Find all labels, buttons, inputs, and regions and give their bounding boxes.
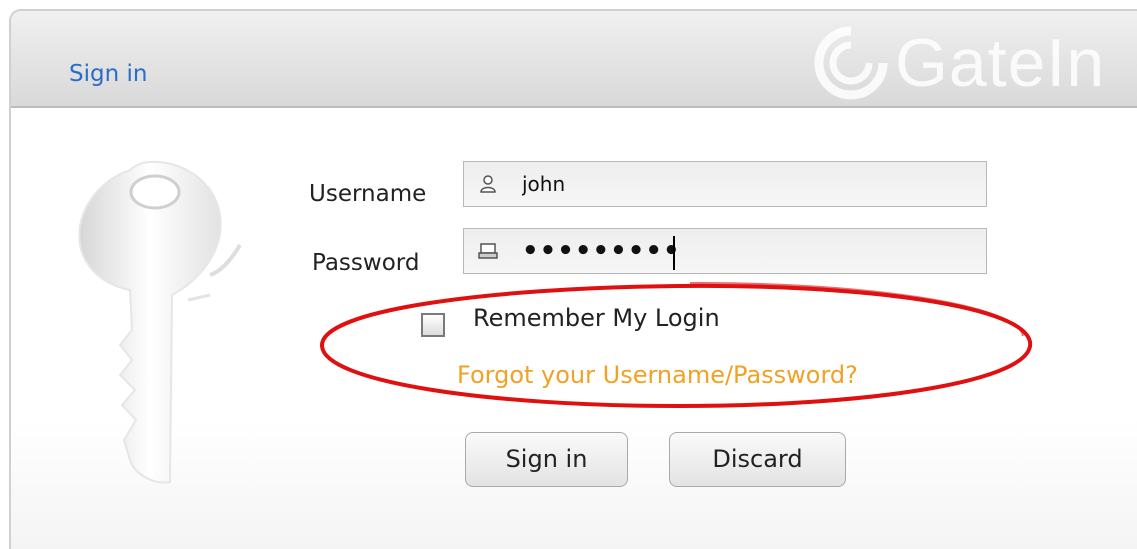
text-caret bbox=[673, 236, 675, 270]
username-label: Username bbox=[309, 181, 427, 207]
gatein-logo-icon bbox=[814, 26, 888, 100]
dialog-title: Sign in bbox=[69, 61, 148, 87]
dialog-titlebar: Sign in GateIn bbox=[11, 11, 1137, 108]
password-label: Password bbox=[312, 250, 420, 276]
password-input[interactable] bbox=[522, 233, 962, 269]
password-field[interactable] bbox=[463, 228, 987, 274]
key-illustration-icon bbox=[78, 160, 242, 484]
brand-name: GateIn bbox=[895, 25, 1106, 101]
brand-watermark: GateIn bbox=[811, 23, 1105, 103]
username-field[interactable] bbox=[463, 161, 987, 207]
keyboard-icon bbox=[478, 243, 498, 259]
discard-button[interactable]: Discard bbox=[669, 432, 846, 487]
user-icon bbox=[480, 175, 496, 193]
red-annotation-ellipse bbox=[319, 281, 1033, 409]
sign-in-button[interactable]: Sign in bbox=[465, 432, 628, 487]
username-input[interactable] bbox=[522, 166, 962, 202]
